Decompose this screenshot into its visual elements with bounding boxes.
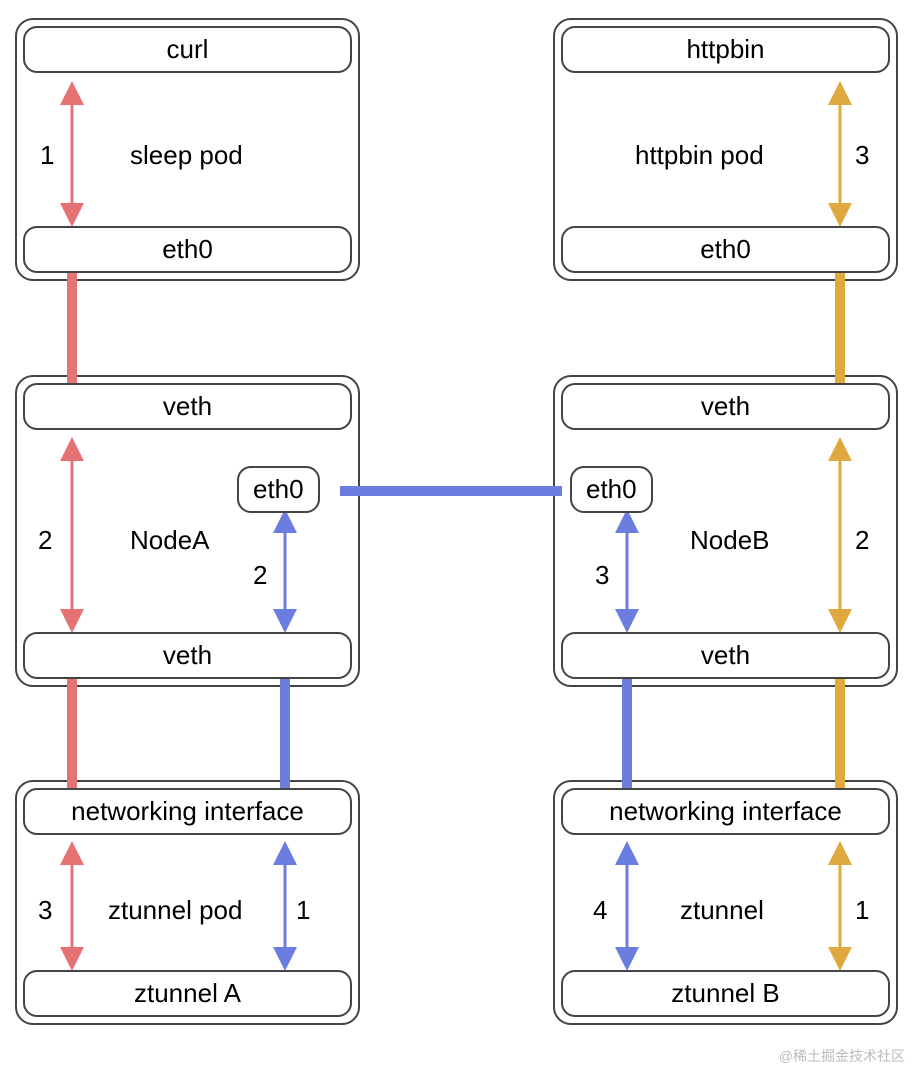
nodeB-right-2-label: 2 <box>855 525 869 556</box>
ztunnelA-label: ztunnel pod <box>108 895 242 926</box>
nodeB-eth0: eth0 <box>570 466 653 513</box>
nodeA-right-2-label: 2 <box>253 560 267 591</box>
nodeA-label: NodeA <box>130 525 210 556</box>
ztunnelB-netif: networking interface <box>561 788 890 835</box>
ztunnelA-netif: networking interface <box>23 788 352 835</box>
watermark: @稀土掘金技术社区 <box>779 1046 905 1066</box>
nodeB-veth-bottom: veth <box>561 632 890 679</box>
httpbin-box: httpbin <box>561 26 890 73</box>
ztunnelB-right-1-label: 1 <box>855 895 869 926</box>
nodeA-eth0: eth0 <box>237 466 320 513</box>
ztunnelB-box: ztunnel B <box>561 970 890 1017</box>
ztunnelA-right-1-label: 1 <box>296 895 310 926</box>
nodeB-label: NodeB <box>690 525 770 556</box>
ztunnelB-left-4-label: 4 <box>593 895 607 926</box>
nodeA-veth-top: veth <box>23 383 352 430</box>
httpbin-arrow-3-label: 3 <box>855 140 869 171</box>
httpbin-eth0-box: eth0 <box>561 226 890 273</box>
sleep-arrow-1-label: 1 <box>40 140 54 171</box>
curl-box: curl <box>23 26 352 73</box>
sleep-eth0-box: eth0 <box>23 226 352 273</box>
nodeA-veth-bottom: veth <box>23 632 352 679</box>
ztunnelA-box: ztunnel A <box>23 970 352 1017</box>
sleep-pod-label: sleep pod <box>130 140 243 171</box>
nodeA-left-2-label: 2 <box>38 525 52 556</box>
ztunnelA-left-3-label: 3 <box>38 895 52 926</box>
nodeB-left-3-label: 3 <box>595 560 609 591</box>
httpbin-pod-label: httpbin pod <box>635 140 764 171</box>
ztunnelB-label: ztunnel <box>680 895 764 926</box>
nodeB-veth-top: veth <box>561 383 890 430</box>
